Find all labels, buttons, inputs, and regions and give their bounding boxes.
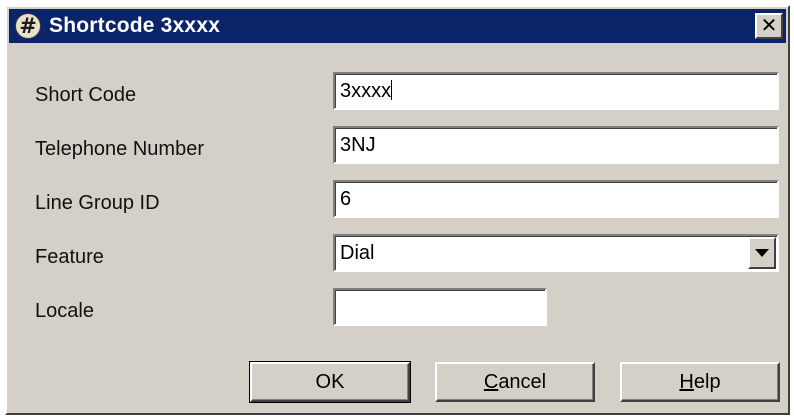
feature-selected-value: Dial — [340, 242, 375, 264]
feature-select[interactable]: Dial — [333, 234, 779, 272]
locale-label: Locale — [35, 300, 94, 322]
short-code-label: Short Code — [35, 84, 137, 106]
close-button[interactable]: ✕ — [755, 13, 783, 39]
close-icon: ✕ — [760, 15, 778, 37]
shortcode-dialog: # Shortcode 3xxxx ✕ Short Code 3xxxx Tel… — [5, 5, 790, 415]
help-label-rest: elp — [693, 370, 721, 393]
dropdown-arrow-button[interactable] — [748, 237, 776, 269]
help-button[interactable]: Help — [620, 362, 780, 402]
hash-icon: # — [15, 13, 41, 39]
cancel-mnemonic: C — [483, 370, 499, 393]
short-code-value: 3xxxx — [340, 80, 392, 102]
chevron-down-icon — [755, 249, 769, 257]
telephone-number-input[interactable]: 3NJ — [333, 126, 779, 164]
feature-label: Feature — [35, 246, 104, 268]
window-title: Shortcode 3xxxx — [49, 14, 221, 37]
title-bar[interactable]: # Shortcode 3xxxx ✕ — [9, 9, 786, 43]
text-caret — [391, 80, 393, 100]
cancel-label-rest: ancel — [498, 370, 547, 393]
cancel-button[interactable]: Cancel — [435, 362, 595, 402]
locale-input[interactable] — [333, 288, 547, 326]
line-group-id-input[interactable]: 6 — [333, 180, 779, 218]
line-group-id-label: Line Group ID — [35, 192, 160, 214]
telephone-number-label: Telephone Number — [35, 138, 204, 160]
help-mnemonic: H — [679, 370, 694, 393]
short-code-input[interactable]: 3xxxx — [333, 72, 779, 110]
ok-button[interactable]: OK — [249, 361, 411, 403]
